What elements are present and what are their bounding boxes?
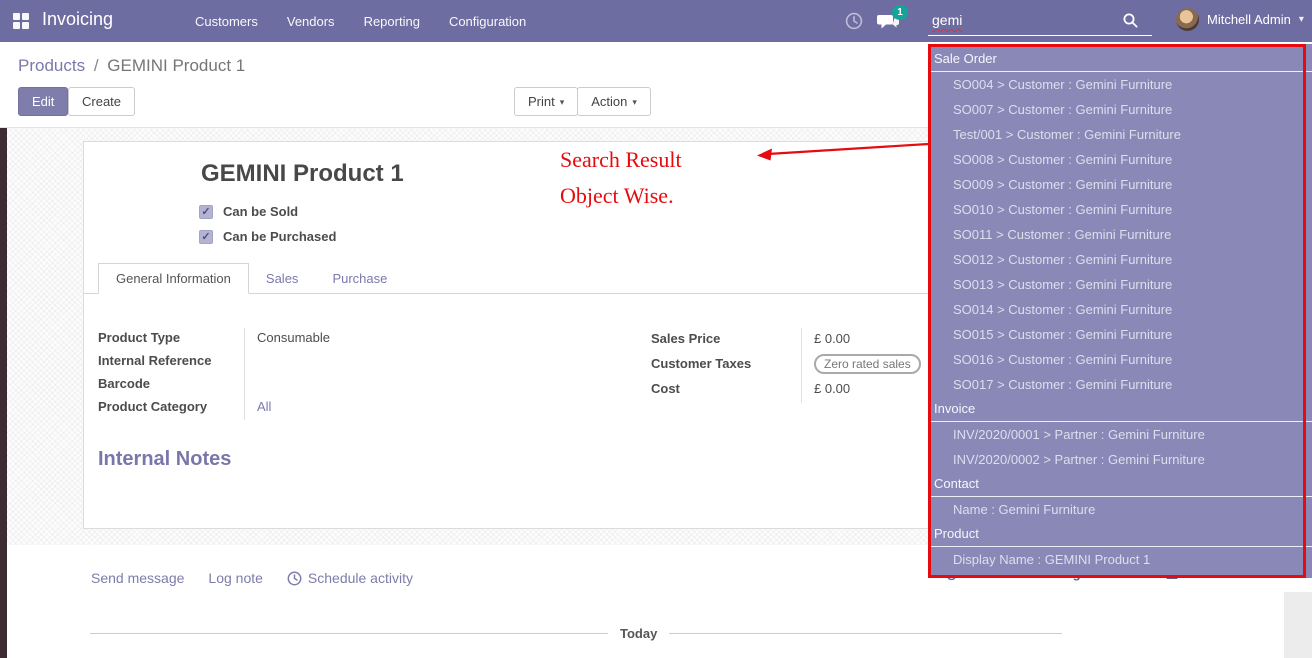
breadcrumb-current: GEMINI Product 1 [107, 56, 245, 75]
messages-badge: 1 [892, 5, 908, 20]
search-result-item[interactable]: SO009 > Customer : Gemini Furniture [928, 172, 1312, 197]
field-label: Internal Reference [98, 351, 244, 374]
can-be-purchased-checkbox[interactable]: ✓ [199, 230, 213, 244]
chevron-down-icon: ▾ [632, 97, 637, 107]
search-result-item[interactable]: SO016 > Customer : Gemini Furniture [928, 347, 1312, 372]
annotation-text-line2: Object Wise. [560, 183, 674, 209]
can-be-sold-row: ✓ Can be Sold [199, 204, 298, 219]
search-result-item[interactable]: Display Name : GEMINI Product 1 [928, 547, 1312, 572]
breadcrumb-products-link[interactable]: Products [18, 56, 85, 75]
today-divider: Today [90, 626, 1062, 641]
user-menu[interactable]: Mitchell Admin ▾ [1176, 8, 1304, 31]
can-be-sold-label: Can be Sold [223, 204, 298, 219]
today-label: Today [620, 626, 657, 641]
tab-general-information[interactable]: General Information [98, 263, 249, 294]
search-result-item[interactable]: Name : Gemini Furniture [928, 497, 1312, 522]
field-group-right: Sales PriceCustomer TaxesCost£ 0.00Zero … [651, 328, 974, 403]
action-button-group: Print▾ Action▾ [514, 87, 651, 116]
search-icon[interactable] [1123, 13, 1138, 28]
search-input[interactable]: gemi [928, 8, 1152, 36]
clock-icon [287, 571, 302, 586]
create-button[interactable]: Create [68, 87, 135, 116]
search-result-item[interactable]: SO017 > Customer : Gemini Furniture [928, 372, 1312, 397]
search-result-item[interactable]: SO008 > Customer : Gemini Furniture [928, 147, 1312, 172]
field-label: Barcode [98, 374, 244, 397]
page: Invoicing Customers Vendors Reporting Confi… [0, 0, 1312, 658]
search-result-item[interactable]: INV/2020/0002 > Partner : Gemini Furnitu… [928, 447, 1312, 472]
chevron-down-icon: ▾ [560, 97, 565, 107]
tab-sales[interactable]: Sales [249, 264, 316, 293]
internal-notes-heading: Internal Notes [98, 448, 231, 471]
field-label: Product Type [98, 328, 244, 351]
top-navbar: Invoicing Customers Vendors Reporting Confi… [0, 0, 1312, 42]
schedule-activity-button[interactable]: Schedule activity [287, 570, 413, 586]
nav-menu-reporting[interactable]: Reporting [364, 14, 420, 29]
nav-menu-customers[interactable]: Customers [195, 14, 258, 29]
field-label: Customer Taxes [651, 353, 801, 378]
right-edge-strip [1284, 592, 1312, 658]
search-group-header: Invoice [928, 397, 1312, 422]
can-be-purchased-label: Can be Purchased [223, 229, 336, 244]
search-group-header: Product [928, 522, 1312, 547]
activities-clock-icon[interactable] [845, 12, 863, 30]
chatter-buttons: Send message Log note Schedule activity [91, 570, 413, 586]
action-dropdown-button[interactable]: Action▾ [577, 87, 651, 116]
field-value: Consumable [257, 328, 417, 351]
tax-badge: Zero rated sales [814, 354, 921, 374]
field-label: Cost [651, 378, 801, 403]
field-value[interactable]: All [257, 397, 417, 420]
nav-menus: Customers Vendors Reporting Configuration [195, 14, 526, 29]
search-query-text: gemi [932, 12, 962, 28]
send-message-button[interactable]: Send message [91, 570, 184, 586]
search-result-item[interactable]: SO013 > Customer : Gemini Furniture [928, 272, 1312, 297]
tab-purchase[interactable]: Purchase [315, 264, 404, 293]
field-value [257, 374, 417, 397]
field-label: Product Category [98, 397, 244, 420]
search-result-item[interactable]: SO014 > Customer : Gemini Furniture [928, 297, 1312, 322]
messages-icon[interactable]: 1 [876, 11, 900, 31]
search-results-dropdown: Sale OrderSO004 > Customer : Gemini Furn… [928, 44, 1312, 578]
search-result-item[interactable]: SO015 > Customer : Gemini Furniture [928, 322, 1312, 347]
search-result-item[interactable]: SO010 > Customer : Gemini Furniture [928, 197, 1312, 222]
nav-menu-vendors[interactable]: Vendors [287, 14, 335, 29]
breadcrumb: Products / GEMINI Product 1 [18, 56, 245, 76]
chevron-down-icon: ▾ [1299, 14, 1304, 25]
product-title: GEMINI Product 1 [201, 160, 404, 188]
app-name[interactable]: Invoicing [42, 9, 113, 30]
can-be-sold-checkbox[interactable]: ✓ [199, 205, 213, 219]
search-group-header: Contact [928, 472, 1312, 497]
annotation-text-line1: Search Result [560, 147, 682, 173]
can-be-purchased-row: ✓ Can be Purchased [199, 229, 336, 244]
user-avatar [1176, 8, 1199, 31]
apps-grid-icon[interactable] [13, 13, 29, 29]
nav-menu-configuration[interactable]: Configuration [449, 14, 526, 29]
breadcrumb-separator: / [94, 56, 99, 75]
left-edge-strip [0, 128, 7, 658]
log-note-button[interactable]: Log note [208, 570, 263, 586]
search-result-item[interactable]: INV/2020/0001 > Partner : Gemini Furnitu… [928, 422, 1312, 447]
print-dropdown-button[interactable]: Print▾ [514, 87, 578, 116]
search-group-header: Sale Order [928, 47, 1312, 72]
search-result-item[interactable]: SO004 > Customer : Gemini Furniture [928, 72, 1312, 97]
field-value [257, 351, 417, 374]
edit-button[interactable]: Edit [18, 87, 68, 116]
field-group-left: Product TypeInternal ReferenceBarcodePro… [98, 328, 417, 420]
search-result-item[interactable]: SO012 > Customer : Gemini Furniture [928, 247, 1312, 272]
field-label: Sales Price [651, 328, 801, 353]
search-result-item[interactable]: Test/001 > Customer : Gemini Furniture [928, 122, 1312, 147]
annotation-arrow [752, 138, 932, 164]
search-result-item[interactable]: SO011 > Customer : Gemini Furniture [928, 222, 1312, 247]
user-name: Mitchell Admin [1207, 12, 1291, 27]
search-result-item[interactable]: SO007 > Customer : Gemini Furniture [928, 97, 1312, 122]
